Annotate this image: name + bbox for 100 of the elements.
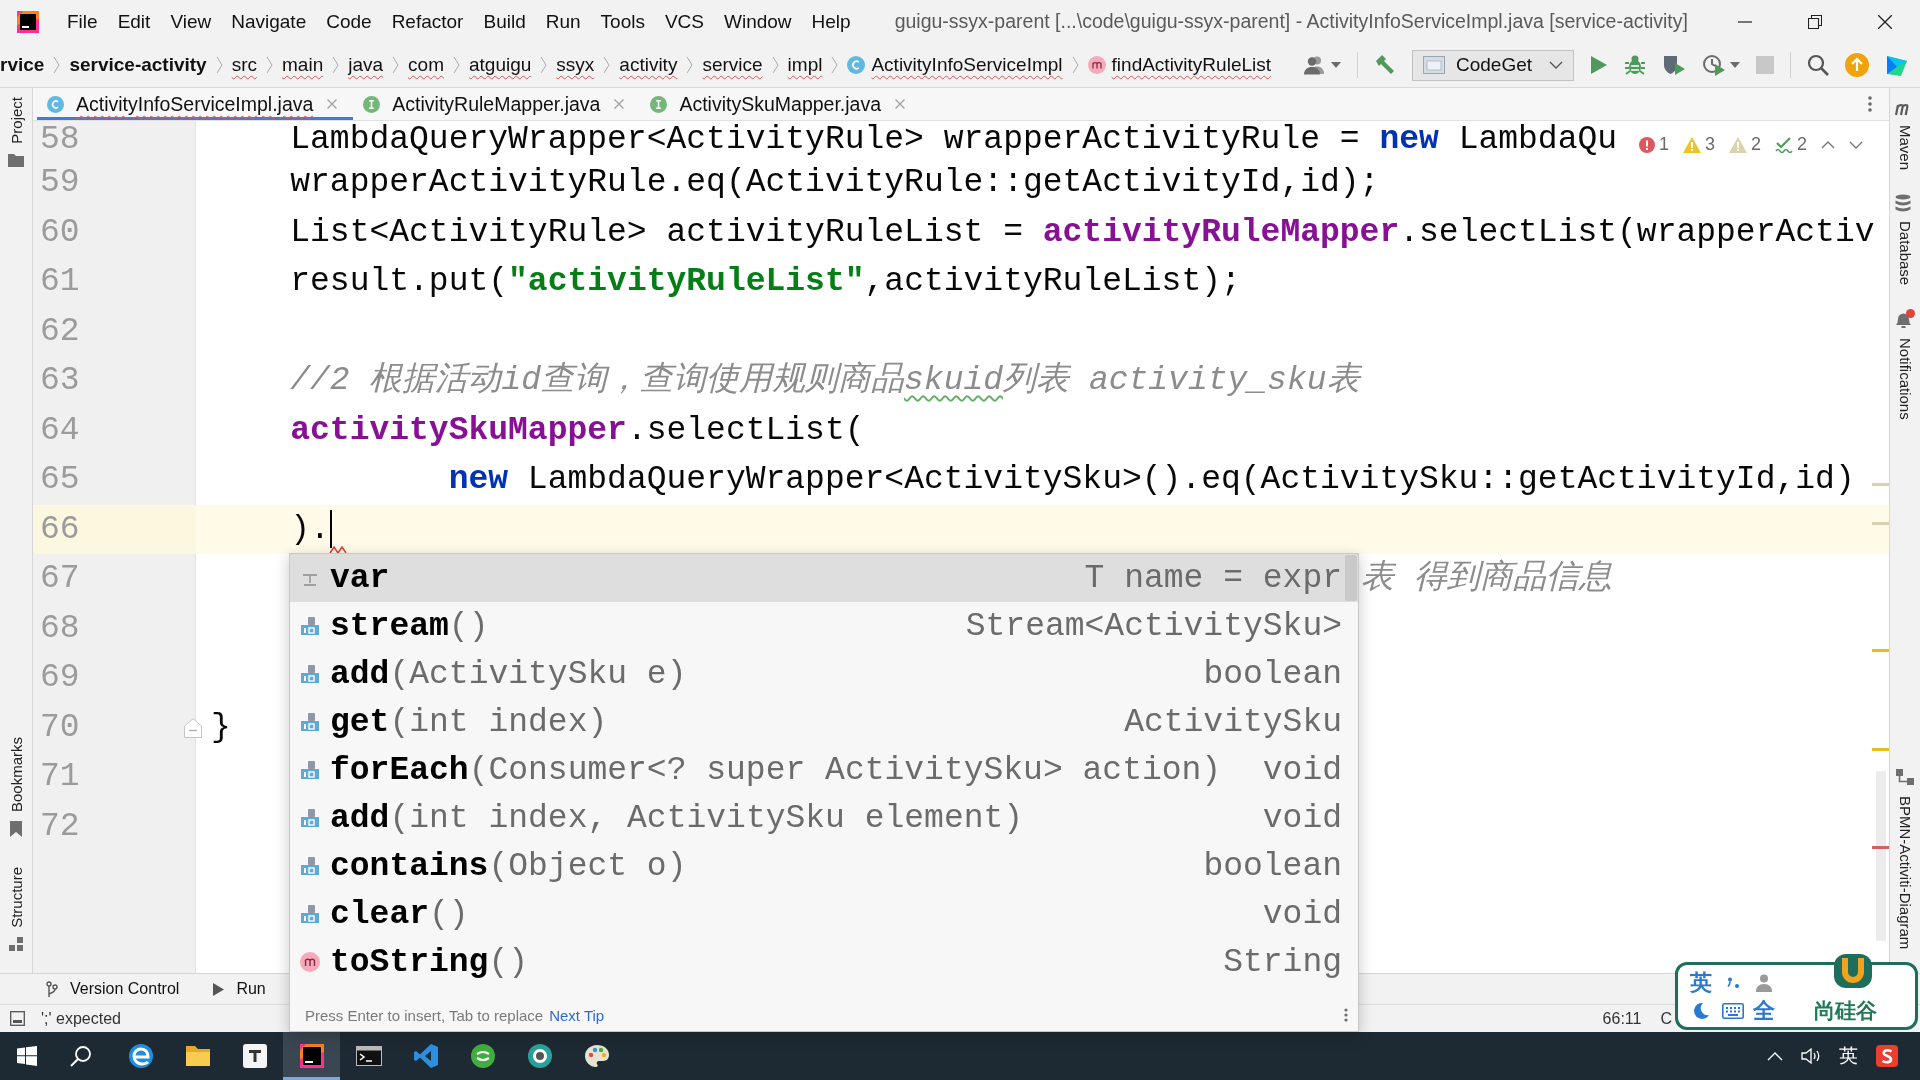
more-icon[interactable] [1868, 96, 1872, 112]
menu-item[interactable]: Run [545, 10, 581, 33]
tool-window-button[interactable]: Notifications [1895, 309, 1915, 420]
menu-item[interactable]: Help [811, 10, 851, 33]
folder-icon [184, 1045, 211, 1067]
breadcrumb-item[interactable]: main [282, 54, 324, 76]
tool-window-button[interactable]: Structure [7, 867, 25, 951]
line-separator[interactable]: C [1660, 1009, 1672, 1028]
tool-window-button[interactable]: BPMN-Activiti-Diagram [1896, 768, 1914, 949]
code-line: result.put("activityRuleList",activityRuleList); [290, 263, 1241, 300]
tool-window-button[interactable]: Maven [1895, 100, 1915, 171]
menu-item[interactable]: Build [483, 10, 526, 33]
menu-item[interactable]: View [170, 10, 212, 33]
text-cursor [329, 509, 332, 548]
ime-width-mode[interactable]: 全 [1753, 1000, 1775, 1022]
completion-item[interactable]: clear() void [290, 890, 1358, 938]
code-line: wrapperActivityRule.eq(ActivityRule::getActivityId,id); [290, 164, 1380, 201]
completion-item[interactable]: contains(Object o) boolean [290, 842, 1358, 890]
completion-item[interactable]: toString() String [290, 938, 1358, 986]
panel-toggle-icon[interactable] [10, 1011, 25, 1026]
search-icon[interactable] [1807, 54, 1829, 76]
input-language[interactable]: 英 [1839, 1043, 1858, 1069]
user-icon[interactable] [1302, 55, 1327, 75]
line-number: 59 [40, 164, 80, 201]
menu-item[interactable]: VCS [664, 10, 704, 33]
menu-item[interactable]: File [67, 10, 98, 33]
clock-run-icon[interactable] [1702, 54, 1726, 76]
tool-window-button[interactable]: Version Control [46, 980, 180, 998]
close-icon[interactable] [1878, 14, 1892, 29]
interface-icon [363, 95, 381, 113]
play-icon [213, 982, 225, 996]
ime-icon[interactable] [1876, 1045, 1898, 1067]
structure-icon [9, 937, 23, 951]
menu-item[interactable]: Window [724, 10, 792, 33]
window-title: guigu-ssyx-parent [...\code\guigu-ssyx-parent] - ActivityInfoServiceImpl.java [service-activity] [894, 10, 1688, 33]
shield-run-icon[interactable] [1662, 54, 1686, 76]
menu-item[interactable]: Tools [600, 10, 645, 33]
speaker-icon[interactable] [1801, 1047, 1821, 1065]
notes-app-icon [242, 1044, 267, 1068]
breadcrumb-item[interactable]: service-activity [69, 54, 207, 76]
inspection-counter[interactable]: 2 [1775, 134, 1807, 155]
breadcrumb-item[interactable]: atguigu [469, 54, 532, 76]
line-number: 70 [40, 708, 80, 746]
caret-icon[interactable] [1330, 62, 1341, 68]
punctuation-icon[interactable] [1726, 977, 1740, 989]
run-icon[interactable] [1590, 55, 1608, 75]
bug-icon[interactable] [1624, 54, 1646, 76]
line-number: 63 [40, 362, 80, 399]
breadcrumb-item[interactable]: ssyx [556, 54, 595, 76]
breadcrumb-item[interactable]: impl [787, 54, 823, 76]
caret-position[interactable]: 66:11 [1602, 1009, 1642, 1028]
toolbox-icon[interactable] [1885, 53, 1909, 77]
minimize-icon[interactable] [1738, 20, 1752, 23]
run-config-dropdown[interactable]: CodeGet [1411, 49, 1574, 81]
person-icon[interactable] [1756, 974, 1772, 992]
status-message: ';' expected [41, 1009, 121, 1028]
breadcrumb-item[interactable]: java [348, 54, 384, 76]
taskbar-button[interactable] [283, 1032, 340, 1080]
hammer-icon[interactable] [1373, 54, 1396, 76]
inspection-counter[interactable]: 3 [1682, 134, 1715, 155]
completion-item[interactable]: add(int index, ActivitySku element) void [290, 794, 1358, 842]
editor-tab[interactable]: ActivityRuleMapper.java [353, 88, 641, 120]
breadcrumb-item[interactable]: service [702, 54, 763, 76]
caret-icon[interactable] [1730, 62, 1740, 68]
breadcrumb-item[interactable]: com [408, 54, 444, 76]
ime-language[interactable]: 英 [1690, 972, 1712, 994]
restore-icon[interactable] [1808, 14, 1822, 29]
menu-item[interactable]: Navigate [231, 10, 307, 33]
windows-start-icon[interactable] [17, 1046, 37, 1066]
next-tip-link[interactable]: Next Tip [549, 1006, 605, 1024]
breadcrumb-item[interactable]: rvice [0, 54, 45, 76]
completion-item[interactable]: add(ActivitySku e) boolean [290, 650, 1358, 698]
menu-item[interactable]: Edit [117, 10, 151, 33]
breadcrumb-item[interactable]: ActivityInfoServiceImpl [847, 54, 1063, 76]
breadcrumb-item[interactable]: src [231, 54, 258, 76]
more-icon[interactable] [1344, 1008, 1348, 1022]
editor-tab[interactable]: ActivityInfoServiceImpl.java [37, 88, 354, 120]
search-icon[interactable] [70, 1045, 92, 1067]
code-line: //2 根据活动id查询，查询使用规则商品skuid列表 activity_sku表 [290, 362, 1360, 399]
breadcrumb-item[interactable]: activity [619, 54, 678, 76]
inspection-counter[interactable]: 1 [1638, 134, 1669, 155]
completion-item[interactable]: stream() Stream<ActivitySku> [290, 602, 1358, 650]
menu-item[interactable]: Code [326, 10, 372, 33]
breadcrumb-item[interactable]: findActivityRuleList [1087, 54, 1271, 76]
tool-window-button[interactable]: Bookmarks [7, 737, 25, 838]
return-type: String [1222, 943, 1342, 981]
inspection-counter[interactable]: 2 [1728, 134, 1761, 155]
tool-window-button[interactable]: Database [1895, 194, 1915, 286]
keyboard-icon[interactable] [1722, 1003, 1744, 1019]
scrollbar-thumb[interactable] [1345, 555, 1357, 601]
moon-icon[interactable] [1692, 1002, 1710, 1020]
editor-tab[interactable]: ActivitySkuMapper.java [640, 88, 922, 120]
tool-window-button[interactable]: Project [7, 97, 25, 167]
chevron-down-icon[interactable] [1849, 140, 1863, 149]
completion-item[interactable]: forEach(Consumer<? super ActivitySku> action) void [290, 746, 1358, 794]
line-number: 72 [40, 807, 80, 845]
menu-item[interactable]: Refactor [391, 10, 464, 33]
tool-window-button[interactable]: Run [213, 980, 266, 998]
completion-item[interactable]: get(int index) ActivitySku [290, 698, 1358, 746]
completion-item[interactable]: var T name = expr [290, 554, 1358, 602]
